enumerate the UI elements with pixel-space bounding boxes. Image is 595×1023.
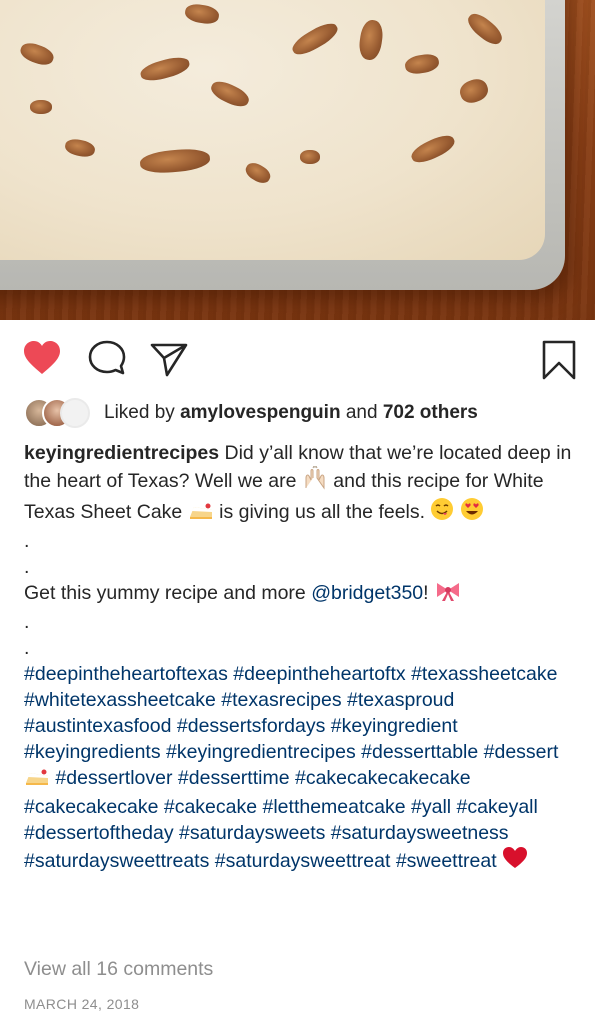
likes-others[interactable]: 702 others — [383, 402, 478, 423]
caption-line-3: is giving us all the feels. — [219, 501, 426, 523]
hashtag-link[interactable]: #whitetexassheetcake — [24, 689, 216, 711]
caption-username[interactable]: keyingredientrecipes — [24, 442, 219, 464]
promo-text: Get this yummy recipe and more — [24, 582, 306, 604]
hashtag-link[interactable]: #desserttime — [178, 767, 290, 789]
mention-link[interactable]: @bridget350 — [311, 582, 423, 604]
caption-dot: . — [24, 637, 30, 659]
heart-eyes-emoji-icon — [460, 497, 484, 528]
hashtags: #deepintheheartoftexas #deepintheheartof… — [24, 661, 574, 877]
likes-conjunction: and — [345, 402, 378, 423]
hashtag-link[interactable]: #dessert — [484, 741, 559, 763]
post-date: MARCH 24, 2018 — [24, 996, 140, 1012]
hashtag-link[interactable]: #letthemeatcake — [263, 796, 406, 818]
caption-dot: . — [24, 611, 30, 633]
raising-hands-emoji-icon — [302, 465, 328, 497]
view-all-comments-link[interactable]: View all 16 comments — [24, 958, 213, 981]
hashtag-link[interactable]: #texasrecipes — [221, 689, 341, 711]
hashtag-link[interactable]: #saturdaysweettreat — [215, 850, 391, 872]
red-heart-emoji-icon — [502, 846, 528, 877]
hashtag-link[interactable]: #saturdaysweetness — [331, 822, 509, 844]
likes-row: Liked by amylovespenguin and 702 others — [24, 398, 478, 428]
direct-share-icon[interactable] — [150, 342, 188, 378]
hashtag-link[interactable]: #cakecakecakecake — [295, 767, 471, 789]
hashtag-link[interactable]: #cakecake — [164, 796, 257, 818]
cake-slice-emoji-icon — [24, 765, 50, 794]
hashtag-link[interactable]: #yall — [411, 796, 451, 818]
hashtag-link[interactable]: #texasproud — [347, 689, 454, 711]
hashtag-link[interactable]: #cakecakecake — [24, 796, 158, 818]
caption-dot: . — [24, 556, 30, 578]
hashtag-link[interactable]: #deepintheheartoftx — [233, 663, 405, 685]
hashtag-link[interactable]: #keyingredient — [331, 715, 458, 737]
liker-avatars[interactable] — [24, 398, 96, 428]
likes-prefix: Liked by — [104, 402, 175, 423]
liker-username[interactable]: amylovespenguin — [180, 402, 341, 423]
hashtag-link[interactable]: #sweettreat — [396, 850, 497, 872]
hashtag-link[interactable]: #keyingredientrecipes — [166, 741, 356, 763]
hashtag-link[interactable]: #dessertsfordays — [177, 715, 326, 737]
hashtag-link[interactable]: #dessertoftheday — [24, 822, 174, 844]
ribbon-emoji-icon — [434, 580, 462, 609]
cake-slice-emoji-icon — [188, 499, 214, 528]
bookmark-icon[interactable] — [542, 340, 576, 380]
hashtag-link[interactable]: #cakeyall — [457, 796, 538, 818]
hashtag-link[interactable]: #texassheetcake — [411, 663, 557, 685]
yum-face-emoji-icon — [430, 497, 454, 528]
pecan — [300, 150, 320, 164]
caption: keyingredientrecipes Did y’all know that… — [24, 440, 574, 877]
pecan — [30, 100, 52, 114]
hashtag-link[interactable]: #keyingredients — [24, 741, 161, 763]
hashtag-link[interactable]: #deepintheheartoftexas — [24, 663, 228, 685]
comment-icon[interactable] — [88, 340, 126, 378]
post-image[interactable] — [0, 0, 595, 320]
hashtag-link[interactable]: #desserttable — [361, 741, 478, 763]
avatar — [60, 398, 90, 428]
caption-dot: . — [24, 530, 30, 552]
heart-filled-icon[interactable] — [22, 340, 62, 376]
likes-summary: Liked by amylovespenguin and 702 others — [104, 402, 478, 424]
hashtag-link[interactable]: #saturdaysweets — [179, 822, 325, 844]
cake-frosting — [0, 0, 545, 260]
promo-end: ! — [423, 582, 429, 604]
hashtag-link[interactable]: #saturdaysweettreats — [24, 850, 209, 872]
hashtag-link[interactable]: #austintexasfood — [24, 715, 171, 737]
hashtag-link[interactable]: #dessertlover — [55, 767, 172, 789]
